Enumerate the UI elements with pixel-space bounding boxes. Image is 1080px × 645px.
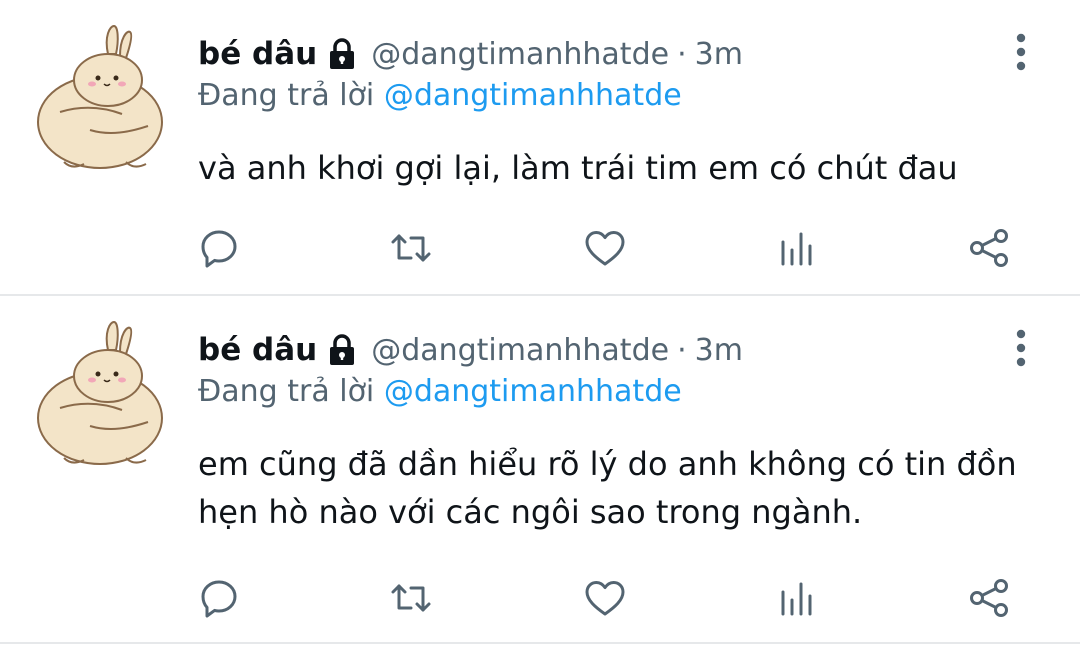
reply-icon[interactable] — [195, 224, 243, 272]
timestamp[interactable]: 3m — [695, 333, 743, 368]
tweet-text: em cũng đã dần hiểu rõ lý do anh không c… — [198, 440, 1058, 536]
replying-to: Đang trả lời @dangtimanhhatde — [198, 78, 682, 113]
retweet-icon[interactable] — [387, 574, 435, 622]
avatar[interactable] — [30, 318, 170, 468]
retweet-icon[interactable] — [387, 224, 435, 272]
tweet-header: bé dâu @dangtimanhhatde · 3m — [198, 326, 743, 374]
tweet-header: bé dâu @dangtimanhhatde · 3m — [198, 30, 743, 78]
replying-mention[interactable]: @dangtimanhhatde — [384, 374, 682, 409]
lock-icon — [327, 333, 357, 367]
share-icon[interactable] — [965, 574, 1013, 622]
more-vertical-icon[interactable] — [1004, 32, 1038, 72]
tweet-text-line: và anh khơi gợi lại, làm trái tim em có … — [198, 149, 958, 187]
heart-icon[interactable] — [581, 224, 629, 272]
replying-prefix: Đang trả lời — [198, 374, 375, 409]
tweet-text-line: hẹn hò nào với các ngôi sao trong ngành. — [198, 493, 863, 531]
tweet-text: và anh khơi gợi lại, làm trái tim em có … — [198, 144, 1058, 192]
views-icon[interactable] — [773, 224, 821, 272]
tweet-text-line: em cũng đã dần hiểu rõ lý do anh không c… — [198, 445, 1017, 483]
avatar[interactable] — [30, 22, 170, 172]
tweet[interactable]: bé dâu @dangtimanhhatde · 3m Đang trả lờ… — [0, 296, 1080, 645]
display-name[interactable]: bé dâu — [198, 36, 317, 72]
heart-icon[interactable] — [581, 574, 629, 622]
share-icon[interactable] — [965, 224, 1013, 272]
separator-dot: · — [677, 36, 687, 72]
replying-prefix: Đang trả lời — [198, 78, 375, 113]
reply-icon[interactable] — [195, 574, 243, 622]
separator-dot: · — [677, 332, 687, 368]
more-vertical-icon[interactable] — [1004, 328, 1038, 368]
tweet-divider — [0, 642, 1080, 644]
username-handle[interactable]: @dangtimanhhatde — [371, 37, 669, 72]
tweet[interactable]: bé dâu @dangtimanhhatde · 3m Đang trả lờ… — [0, 0, 1080, 294]
replying-to: Đang trả lời @dangtimanhhatde — [198, 374, 682, 409]
display-name[interactable]: bé dâu — [198, 332, 317, 368]
views-icon[interactable] — [773, 574, 821, 622]
timestamp[interactable]: 3m — [695, 37, 743, 72]
username-handle[interactable]: @dangtimanhhatde — [371, 333, 669, 368]
lock-icon — [327, 37, 357, 71]
replying-mention[interactable]: @dangtimanhhatde — [384, 78, 682, 113]
